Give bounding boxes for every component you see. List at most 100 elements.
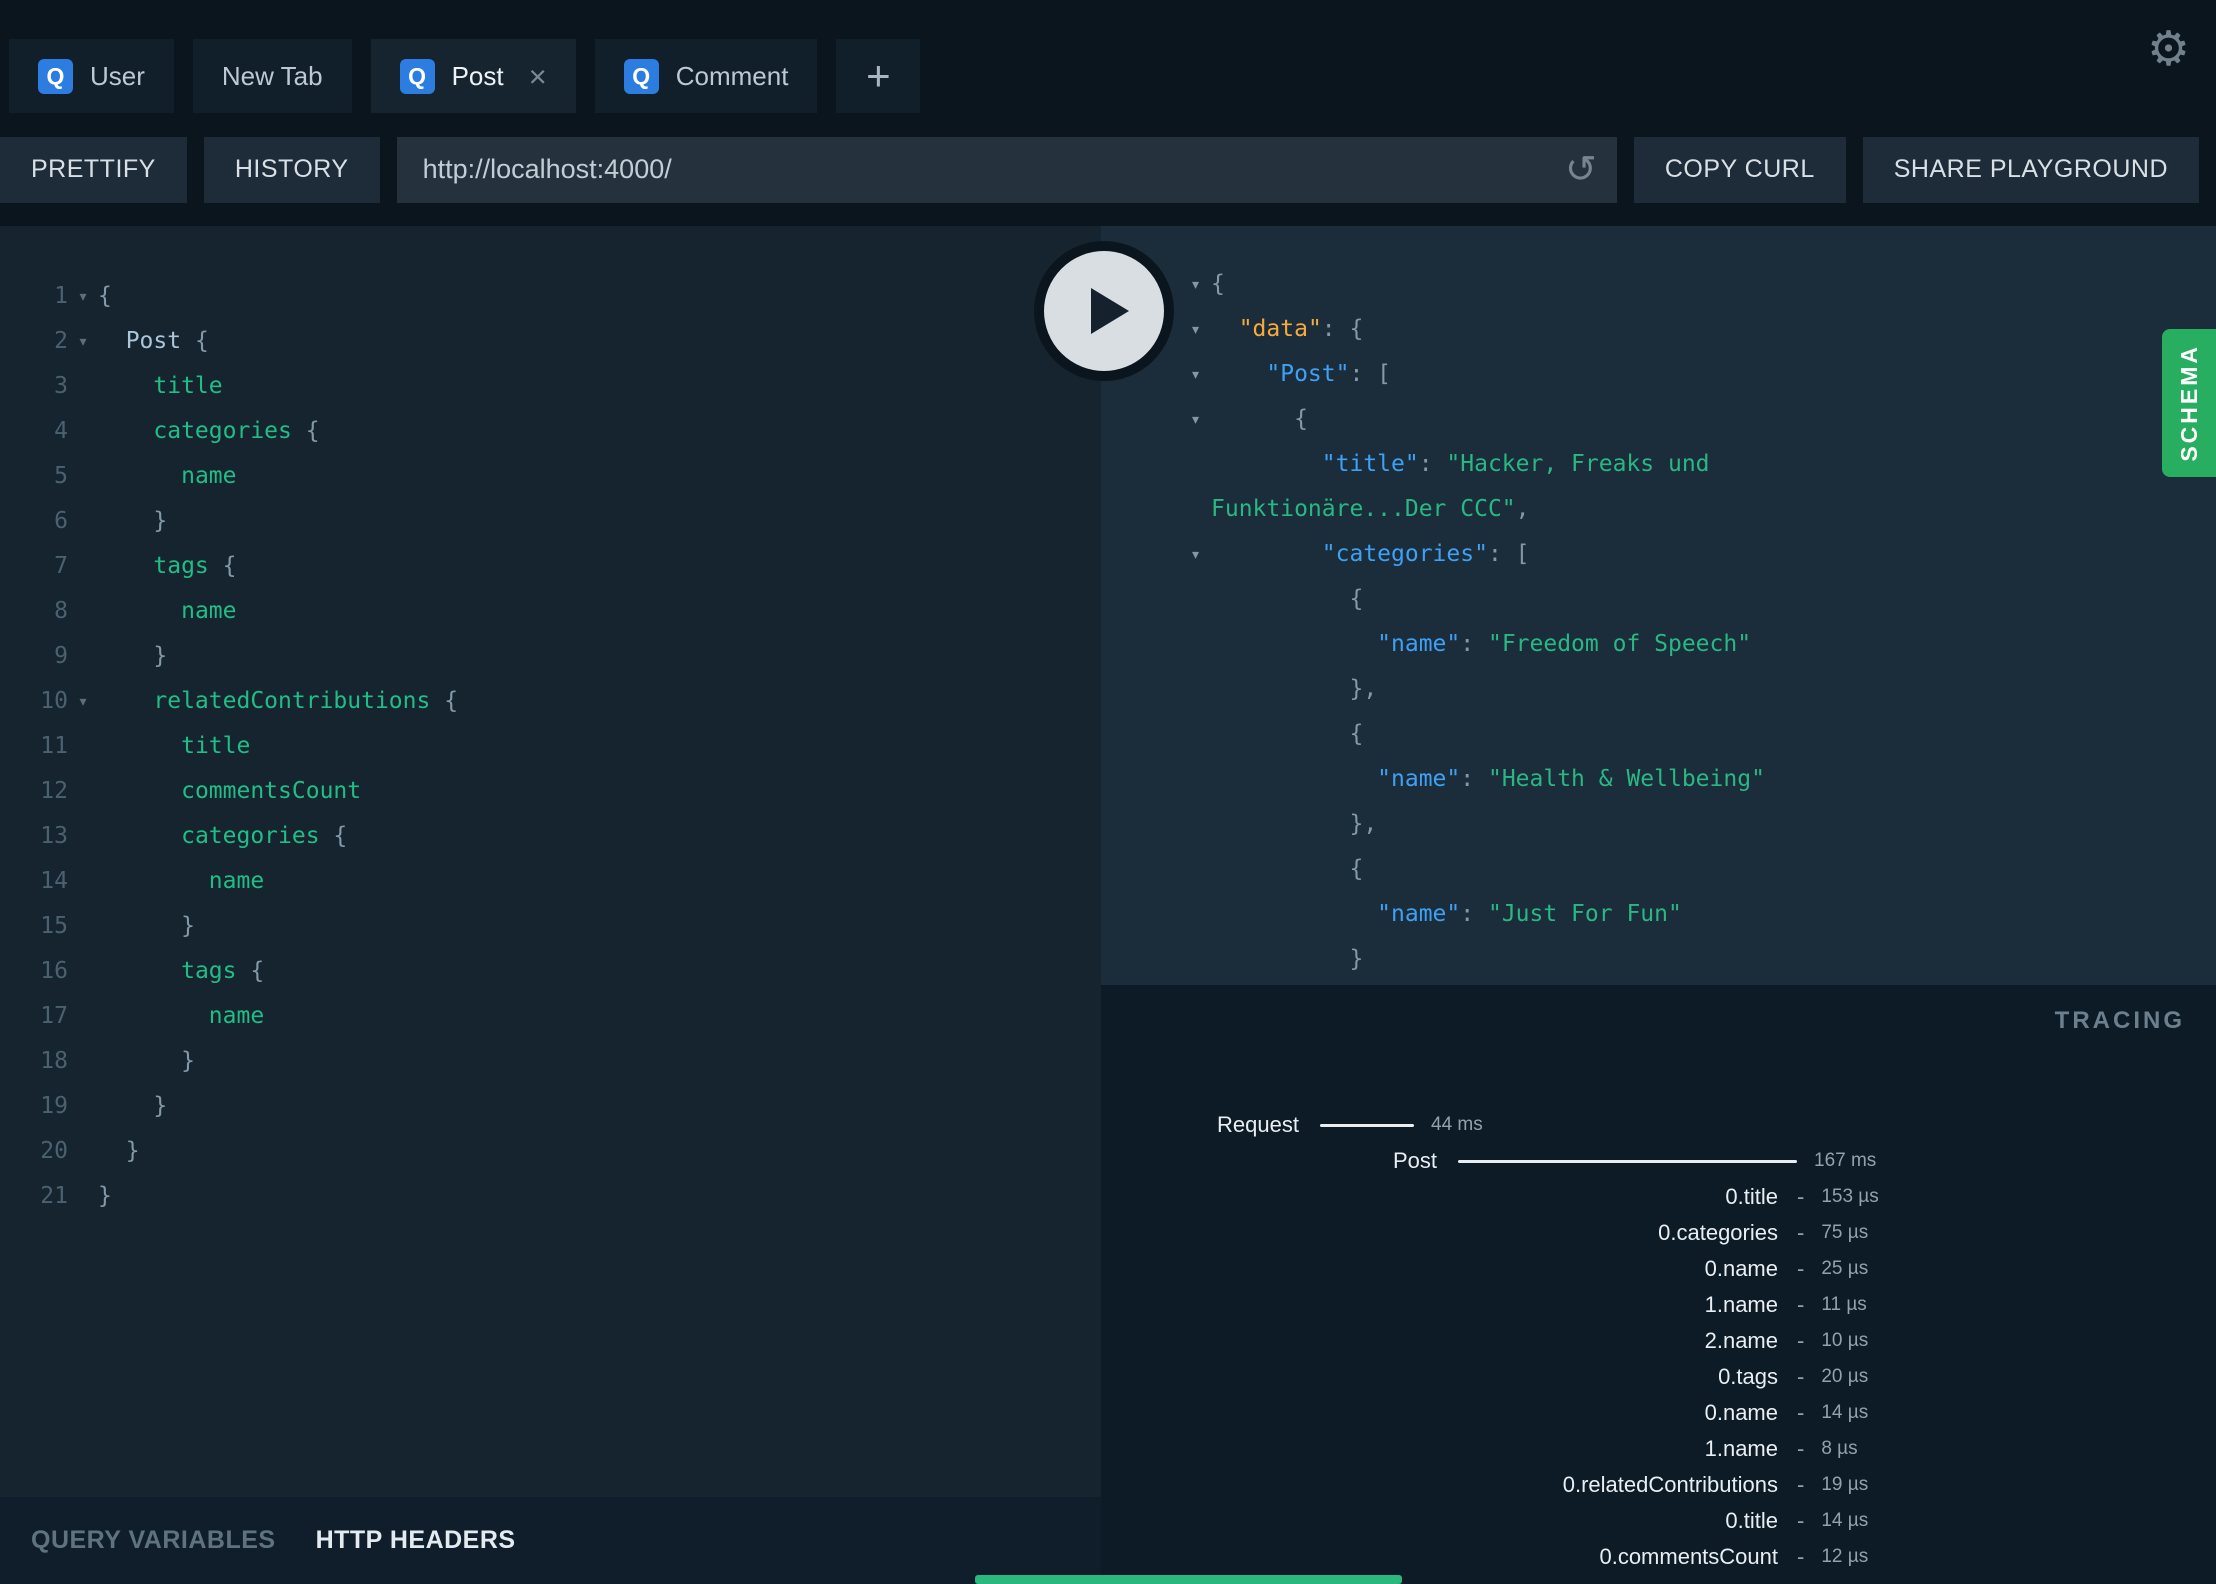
line-number: 9 <box>54 643 68 669</box>
query-variables-tab[interactable]: QUERY VARIABLES <box>31 1526 276 1555</box>
editor-line[interactable]: 7 tags { <box>0 544 1101 589</box>
tracing-row: 0.tags -20 µs <box>1101 1359 2216 1395</box>
fold-caret-icon[interactable]: ▾ <box>1101 532 1211 577</box>
tracing-row-value: 25 µs <box>1821 1258 1869 1279</box>
endpoint-url-input[interactable] <box>396 136 1617 203</box>
editor-line[interactable]: 4 categories { <box>0 409 1101 454</box>
response-line: ▾{ <box>1101 262 2216 307</box>
fold-gutter <box>68 994 98 1039</box>
editor-line[interactable]: 14 name <box>0 859 1101 904</box>
editor-line[interactable]: 8 name <box>0 589 1101 634</box>
tracing-dash: - <box>1797 1544 1805 1569</box>
response-line: } <box>1101 937 2216 982</box>
fold-gutter <box>68 814 98 859</box>
fold-gutter <box>1101 667 1211 712</box>
tracing-row-value: 44 ms <box>1431 1114 1483 1135</box>
execute-query-button[interactable] <box>1034 241 1174 381</box>
tab-user[interactable]: Q User <box>9 39 174 113</box>
response-line: ▾ "Post": [ <box>1101 352 2216 397</box>
tab-new-tab[interactable]: New Tab <box>192 39 352 113</box>
tracing-row: Request 44 ms <box>1101 1107 2216 1143</box>
editor-line[interactable]: 21} <box>0 1174 1101 1219</box>
editor-line[interactable]: 16 tags { <box>0 949 1101 994</box>
top-tab-bar: Q User New Tab Q Post × Q Comment + ⚙ <box>0 0 2216 113</box>
response-line: ▾ { <box>1101 397 2216 442</box>
schema-side-tab[interactable]: SCHEMA <box>2162 329 2216 477</box>
code-text: name <box>208 1003 265 1029</box>
editor-line[interactable]: 12 commentsCount <box>0 769 1101 814</box>
editor-line[interactable]: 1 ▾{ <box>0 274 1101 319</box>
response-line: ▾ "categories": [ <box>1101 532 2216 577</box>
prettify-button[interactable]: PRETTIFY <box>0 136 187 203</box>
line-number: 21 <box>40 1183 68 1209</box>
query-editor[interactable]: 1 ▾{2 ▾ Post {3 title 4 categories {5 name 6… <box>0 226 1101 1497</box>
fold-gutter <box>1101 892 1211 937</box>
tab-strip: Q User New Tab Q Post × Q Comment + <box>9 39 921 113</box>
schema-tab-label: SCHEMA <box>2175 344 2202 462</box>
line-number: 13 <box>40 823 68 849</box>
response-text: { <box>1211 406 1308 432</box>
editor-line[interactable]: 15 } <box>0 904 1101 949</box>
response-text: }, <box>1211 811 1378 837</box>
response-text: Funktionäre...Der CCC", <box>1211 496 1530 522</box>
fold-gutter <box>1101 937 1211 982</box>
tracing-row-label: 2.name <box>1704 1328 1778 1353</box>
tracing-row: Post 167 ms <box>1101 1143 2216 1179</box>
fold-gutter <box>1101 847 1211 892</box>
toolbar: PRETTIFY HISTORY ↺ COPY CURL SHARE PLAYG… <box>0 113 2216 226</box>
editor-line[interactable]: 10 ▾ relatedContributions { <box>0 679 1101 724</box>
tracing-dash: - <box>1797 1292 1805 1317</box>
copy-curl-button[interactable]: COPY CURL <box>1633 136 1846 203</box>
fold-gutter <box>68 499 98 544</box>
tab-label: User <box>90 60 145 91</box>
new-tab-button[interactable]: + <box>836 39 921 113</box>
editor-line[interactable]: 13 categories { <box>0 814 1101 859</box>
tab-comment[interactable]: Q Comment <box>594 39 818 113</box>
tracing-duration-bar <box>1320 1123 1414 1127</box>
response-line: "name": "Freedom of Speech" <box>1101 622 2216 667</box>
fold-gutter <box>68 544 98 589</box>
tab-post[interactable]: Q Post × <box>370 39 576 113</box>
fold-caret-icon[interactable]: ▾ <box>1101 397 1211 442</box>
response-text: { <box>1211 586 1364 612</box>
code-text: } <box>98 1138 140 1164</box>
history-button[interactable]: HISTORY <box>203 136 380 203</box>
editor-footer: QUERY VARIABLES HTTP HEADERS <box>0 1497 1101 1584</box>
tracing-row: 0.title -14 µs <box>1101 1503 2216 1539</box>
tracing-row: 0.title -153 µs <box>1101 1179 2216 1215</box>
editor-line[interactable]: 11 title <box>0 724 1101 769</box>
close-tab-icon[interactable]: × <box>529 61 547 92</box>
response-line: { <box>1101 712 2216 757</box>
editor-line[interactable]: 5 name <box>0 454 1101 499</box>
editor-line[interactable]: 17 name <box>0 994 1101 1039</box>
tracing-row-value: 75 µs <box>1821 1222 1869 1243</box>
editor-line[interactable]: 19 } <box>0 1084 1101 1129</box>
line-number: 10 <box>40 688 68 714</box>
line-number: 16 <box>40 958 68 984</box>
code-text: } <box>98 1048 195 1074</box>
fold-gutter <box>1101 757 1211 802</box>
editor-line[interactable]: 3 title <box>0 364 1101 409</box>
line-number: 6 <box>54 508 68 534</box>
tracing-row-label: 1.name <box>1704 1292 1778 1317</box>
response-pane[interactable]: ▾{▾ "data": {▾ "Post": [▾ { "title": "Ha… <box>1101 226 2216 985</box>
fold-gutter <box>68 1129 98 1174</box>
code-text: categories { <box>181 823 348 849</box>
editor-line[interactable]: 20 } <box>0 1129 1101 1174</box>
fold-caret-icon[interactable]: ▾ <box>68 274 98 319</box>
response-line: Funktionäre...Der CCC", <box>1101 487 2216 532</box>
fold-caret-icon[interactable]: ▾ <box>68 319 98 364</box>
editor-line[interactable]: 6 } <box>0 499 1101 544</box>
editor-line[interactable]: 2 ▾ Post { <box>0 319 1101 364</box>
fold-caret-icon[interactable]: ▾ <box>68 679 98 724</box>
reload-schema-icon[interactable]: ↺ <box>1565 151 1597 189</box>
editor-line[interactable]: 9 } <box>0 634 1101 679</box>
http-headers-tab[interactable]: HTTP HEADERS <box>316 1526 516 1555</box>
settings-gear-icon[interactable]: ⚙ <box>2147 26 2190 74</box>
tracing-rows: Request 44 ms Post 167 ms 0.title -153 µs 0.ca… <box>1101 1107 2216 1575</box>
editor-line[interactable]: 18 } <box>0 1039 1101 1084</box>
share-playground-button[interactable]: SHARE PLAYGROUND <box>1862 136 2199 203</box>
line-number: 3 <box>54 373 68 399</box>
fold-gutter <box>68 634 98 679</box>
main-area: 1 ▾{2 ▾ Post {3 title 4 categories {5 name 6… <box>0 226 2216 1584</box>
